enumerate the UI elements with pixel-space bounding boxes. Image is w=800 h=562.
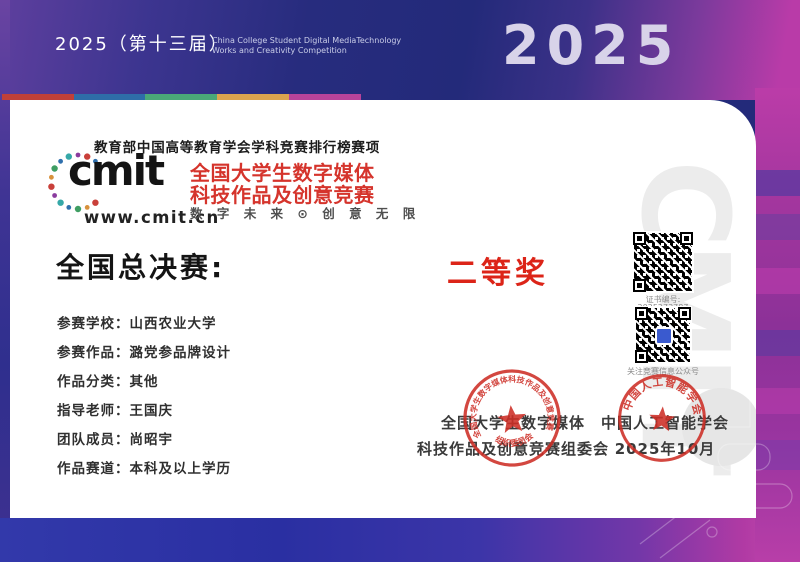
- cmit-brand-text: cmit: [68, 146, 165, 195]
- qr-finder-icon: [678, 307, 691, 320]
- band-stripe: [755, 170, 800, 196]
- detail-row-category: 作品分类：其他: [57, 370, 159, 390]
- detail-value: 其他: [129, 374, 159, 390]
- detail-label: 作品分类：: [57, 374, 130, 390]
- detail-row-school: 参赛学校：山西农业大学: [57, 312, 217, 332]
- qr-finder-icon: [680, 232, 693, 245]
- certificate-qr-code: [632, 231, 694, 293]
- detail-label: 参赛作品：: [57, 345, 130, 361]
- detail-row-team: 团队成员：尚昭宇: [57, 428, 173, 448]
- certificate-card: CMIT 教育部中国高等教育学会学科竞赛排行榜赛项 cmit www.cmit.…: [10, 100, 756, 518]
- detail-row-track: 作品赛道：本科及以上学历: [57, 457, 231, 477]
- official-account-qr-code: [634, 306, 692, 364]
- certificate-page: 2025（第十三届） China College Student Digital…: [0, 0, 800, 562]
- final-stage-label: 全国总决赛:: [56, 251, 226, 284]
- year-2025-graphic: 2025: [502, 14, 681, 77]
- competition-name-english-line1: China College Student Digital MediaTechn…: [212, 36, 402, 45]
- detail-value: 潞党参品牌设计: [129, 345, 231, 361]
- detail-row-advisor: 指导老师：王国庆: [57, 399, 173, 419]
- cai-society-seal: 中国人工智能学会: [618, 372, 707, 462]
- competition-name-english-line2: Works and Creativity Competition: [212, 46, 347, 55]
- seal-bottom-text: 组织委员会: [492, 430, 537, 452]
- organizing-committee-seal: 全国大学生数字媒体科技作品及创意竞赛 组织委员会: [463, 369, 561, 467]
- detail-label: 指导老师：: [57, 403, 130, 419]
- band-stripe: [755, 268, 800, 294]
- background-bottom-band: [0, 518, 800, 562]
- detail-row-work: 参赛作品：潞党参品牌设计: [57, 341, 231, 361]
- detail-value: 尚昭宇: [129, 432, 173, 448]
- band-stripe: [755, 214, 800, 240]
- detail-value: 王国庆: [129, 403, 173, 419]
- qr-finder-icon: [633, 232, 646, 245]
- background-left-border: [0, 0, 10, 562]
- band-stripe: [755, 330, 800, 356]
- qr-center-logo-icon: [655, 327, 673, 345]
- background-right-band: [755, 88, 800, 562]
- qr-finder-icon: [635, 350, 648, 363]
- slogan-text: 数 字 未 来 ⊙ 创 意 无 限: [190, 206, 421, 221]
- prize-text: 二等奖: [447, 256, 549, 291]
- svg-text:组织委员会: 组织委员会: [492, 430, 537, 452]
- edition-title: 2025（第十三届）: [55, 34, 229, 55]
- qr-finder-icon: [635, 307, 648, 320]
- competition-name-english: China College Student Digital MediaTechn…: [212, 36, 401, 56]
- band-stripe: [755, 440, 800, 470]
- detail-label: 作品赛道：: [57, 461, 130, 477]
- qr-finder-icon: [633, 279, 646, 292]
- detail-value: 山西农业大学: [129, 316, 217, 332]
- detail-label: 团队成员：: [57, 432, 130, 448]
- detail-value: 本科及以上学历: [129, 461, 231, 477]
- band-stripe: [755, 388, 800, 414]
- detail-label: 参赛学校：: [57, 316, 130, 332]
